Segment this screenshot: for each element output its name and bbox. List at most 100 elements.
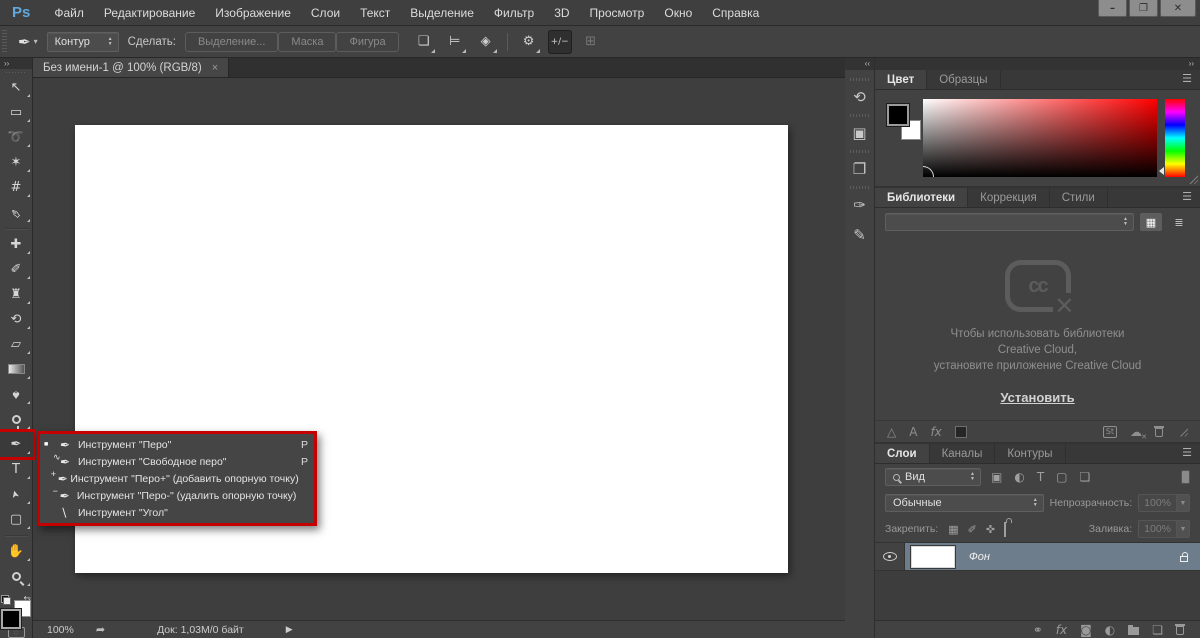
panel-tab[interactable]: Контуры	[995, 444, 1066, 463]
adjustment-layer-icon[interactable]: ◐	[1105, 623, 1115, 637]
close-button[interactable]: ✕	[1160, 0, 1196, 17]
edit-toolbar-icon[interactable]: ⊞	[579, 30, 603, 54]
history-brush-tool[interactable]: ⟲	[0, 307, 33, 332]
dodge-tool[interactable]	[0, 407, 33, 432]
zoom-tool[interactable]	[0, 564, 33, 589]
panel-tab[interactable]: Библиотеки	[875, 188, 969, 207]
path-align-icon[interactable]: ⊨	[443, 30, 467, 54]
panel-menu-icon[interactable]: ☰	[1182, 70, 1200, 89]
path-operations-icon[interactable]: ❏	[412, 30, 436, 54]
rectangle-tool[interactable]: ▢	[0, 507, 33, 532]
panel-tab[interactable]: Стили	[1050, 188, 1108, 207]
brushes-panel-icon[interactable]: ✑	[849, 178, 870, 214]
panel-menu-icon[interactable]: ☰	[1182, 444, 1200, 463]
panel-menu-icon[interactable]: ☰	[1182, 188, 1200, 207]
filter-smart-object-icon[interactable]: ❏	[1080, 470, 1091, 484]
menu-item[interactable]: Просмотр	[580, 6, 655, 20]
geometry-options-icon[interactable]: ⚙	[517, 30, 541, 54]
status-arrow-icon[interactable]: ▶	[286, 625, 293, 635]
opacity-input[interactable]: 100% ▼	[1138, 494, 1190, 512]
magic-wand-tool[interactable]: ✶	[0, 150, 33, 175]
field-slider-arrow[interactable]	[1159, 167, 1164, 175]
add-color-icon[interactable]	[954, 425, 967, 438]
toolbar-grip[interactable]	[5, 72, 27, 73]
install-link[interactable]: Установить	[1000, 390, 1074, 405]
layer-style-icon[interactable]: fx	[1056, 623, 1067, 637]
default-colors-icon[interactable]	[1, 594, 11, 605]
panel-resize-grip[interactable]	[1178, 426, 1188, 437]
fill-input[interactable]: 100% ▼	[1138, 520, 1190, 538]
list-view-button[interactable]: ≣	[1168, 213, 1190, 231]
menu-item[interactable]: Фильтр	[484, 6, 544, 20]
cc-sync-icon[interactable]: ☁	[1130, 425, 1142, 439]
adobe-stock-icon[interactable]: St	[1102, 425, 1117, 438]
menu-item[interactable]: Слои	[301, 6, 350, 20]
panel-tab[interactable]: Слои	[875, 444, 930, 463]
pen-tool[interactable]: ✒	[0, 431, 33, 457]
export-icon[interactable]: ➦	[96, 623, 105, 636]
zoom-level[interactable]: 100%	[47, 624, 74, 636]
library-trash-icon[interactable]	[1154, 426, 1164, 437]
minimize-button[interactable]: –	[1098, 0, 1127, 17]
menu-item[interactable]: Редактирование	[94, 6, 205, 20]
panels-collapse-button[interactable]: ››	[875, 58, 1200, 70]
dock-expand-button[interactable]: ‹‹	[845, 58, 874, 70]
make-shape-button[interactable]: Фигура	[336, 31, 399, 52]
filter-type-select[interactable]: Вид	[885, 468, 981, 486]
chevron-down-icon[interactable]: ▼	[1176, 495, 1189, 511]
brush-tool[interactable]: ✐	[0, 257, 33, 282]
separator[interactable]	[0, 532, 33, 539]
menu-item[interactable]: Окно	[654, 6, 702, 20]
convert-point-tool-item[interactable]: ∖ Инструмент "Угол"	[40, 504, 314, 521]
hand-tool[interactable]: ✋	[0, 539, 33, 564]
toolbar-collapse-button[interactable]: ››	[0, 58, 32, 69]
lock-transparency-icon[interactable]: ▦	[948, 523, 958, 536]
delete-anchor-tool-item[interactable]: − ✒ Инструмент "Перо-" (удалить опорную …	[40, 486, 314, 504]
separator[interactable]	[0, 225, 33, 232]
gradient-tool[interactable]	[0, 357, 33, 382]
foreground-color-swatch[interactable]	[0, 607, 22, 630]
freeform-pen-tool-item[interactable]: ∿ ✒ Инструмент "Свободное перо" P	[40, 452, 314, 470]
pen-tool-item[interactable]: ■ ✒ Инструмент "Перо" P	[40, 436, 314, 453]
grid-view-button[interactable]: ▦	[1140, 213, 1162, 231]
lock-paint-icon[interactable]: ✐	[968, 523, 977, 536]
lock-position-icon[interactable]: ✜	[986, 523, 995, 536]
tool-presets-panel-icon[interactable]: ✎	[850, 226, 870, 244]
visibility-cell[interactable]	[875, 543, 905, 570]
document-tab[interactable]: Без имени-1 @ 100% (RGB/8) ×	[33, 58, 230, 77]
make-mask-button[interactable]: Маска	[278, 31, 337, 52]
close-icon[interactable]: ×	[212, 62, 218, 74]
path-selection-tool[interactable]: ➤	[0, 482, 33, 507]
info-panel-icon[interactable]: ❐	[849, 142, 870, 178]
type-tool[interactable]: T	[0, 457, 33, 482]
move-tool[interactable]: ↖	[0, 75, 33, 100]
library-select[interactable]	[885, 213, 1134, 231]
make-selection-button[interactable]: Выделение...	[184, 31, 279, 52]
filter-adjustment-icon[interactable]: ◐	[1014, 470, 1024, 484]
eyedropper-tool[interactable]: ✑	[0, 200, 33, 225]
add-anchor-tool-item[interactable]: + ✒ Инструмент "Перо+" (добавить опорную…	[40, 469, 314, 487]
menu-item[interactable]: Текст	[350, 6, 400, 20]
path-arrange-icon[interactable]: ◈	[474, 30, 498, 54]
lock-all-icon[interactable]	[1004, 521, 1007, 537]
blend-mode-select[interactable]: Обычные	[885, 494, 1044, 512]
healing-brush-tool[interactable]: ✚	[0, 232, 33, 257]
filter-image-icon[interactable]: ▣	[991, 470, 1002, 484]
new-group-icon[interactable]	[1128, 624, 1140, 635]
eraser-tool[interactable]: ▱	[0, 332, 33, 357]
menu-item[interactable]: Файл	[44, 6, 94, 20]
marquee-tool[interactable]: ▭	[0, 100, 33, 125]
layer-row-background[interactable]: Фон	[875, 543, 1200, 571]
hue-ramp[interactable]	[1165, 99, 1185, 177]
menu-item[interactable]: 3D	[544, 6, 579, 20]
filter-type-icon[interactable]: T	[1037, 470, 1044, 484]
menu-item[interactable]: Выделение	[400, 6, 484, 20]
auto-add-delete-icon[interactable]: +/−	[547, 29, 572, 54]
panel-tab[interactable]: Цвет	[875, 70, 928, 89]
panel-tab[interactable]: Коррекция	[968, 188, 1050, 207]
restore-button[interactable]: ❐	[1129, 0, 1158, 17]
layer-thumbnail[interactable]	[910, 544, 956, 569]
clone-stamp-tool[interactable]: ♜	[0, 282, 33, 307]
crop-tool[interactable]: #	[0, 175, 33, 200]
panel-tab[interactable]: Образцы	[927, 70, 1001, 89]
